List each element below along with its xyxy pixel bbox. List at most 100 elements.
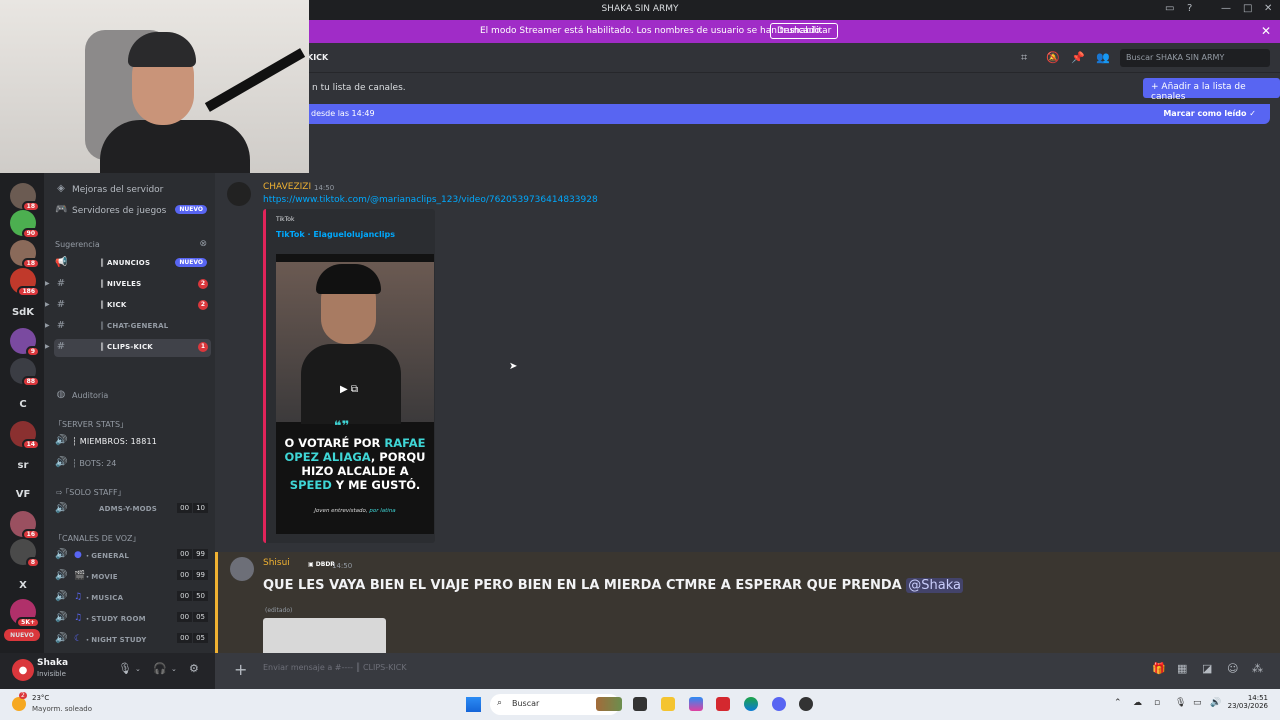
search-input[interactable]: Buscar SHAKA SIN ARMY xyxy=(1120,49,1270,67)
microphone-icon[interactable]: 🎙 xyxy=(118,662,132,675)
maximize-button[interactable]: □ xyxy=(1243,3,1252,14)
network-icon[interactable]: ▭ xyxy=(1193,698,1202,708)
caption-part: SPEED xyxy=(289,478,332,492)
weather-icon[interactable] xyxy=(12,697,26,711)
play-icon[interactable]: ▶ ⧉ xyxy=(340,384,358,395)
video-footer-text: Joven entrevistado, xyxy=(314,508,370,514)
emoji-icon[interactable]: ☺ xyxy=(1227,662,1238,675)
voice-bots-stat[interactable]: 🔊 ┆ BOTS: 24 xyxy=(54,455,211,473)
server-icon[interactable]: C xyxy=(10,391,36,417)
author-avatar[interactable] xyxy=(227,182,251,206)
threads-icon[interactable]: ⌗ xyxy=(1021,51,1027,65)
disable-streamer-button[interactable]: Deshabilitar xyxy=(770,23,839,39)
voice-count: 00 50 xyxy=(176,591,208,601)
voice-channel-item[interactable]: 🔊 ♫ ・STUDY ROOM 00 05 xyxy=(54,610,211,628)
tiktok-link[interactable]: https://www.tiktok.com/@marianaclips_123… xyxy=(263,195,598,205)
tray-app-icon[interactable]: ▫ xyxy=(1154,698,1160,708)
voice-members-stat[interactable]: 🔊 ┆ MIEMBROS: 18811 xyxy=(54,433,211,451)
category-server-stats[interactable]: ｢SERVER STATS｣ xyxy=(54,415,211,433)
server-icon[interactable]: 9 xyxy=(10,328,40,357)
video-thumbnail[interactable]: ▶ ⧉ ❝❞ O VOTARÉ POR RAFAE OPEZ ALIAGA, P… xyxy=(276,254,434,534)
server-icon[interactable]: 5K+ xyxy=(10,599,40,628)
voice-channel-item[interactable]: 🔊 ☾ ・NIGHT STUDY 00 05 xyxy=(54,631,211,649)
new-messages-bar[interactable]: desde las 14:49 Marcar como leído ✓ xyxy=(300,104,1270,124)
voice-channel-item[interactable]: 🔊 ● ・GENERAL 00 99 xyxy=(54,547,211,565)
server-icon[interactable]: 16 xyxy=(10,511,40,540)
channel-item[interactable]: 📢 ║ ANUNCIOS NUEVO xyxy=(54,255,211,273)
start-button[interactable] xyxy=(466,697,481,712)
channel-item[interactable]: # ▶ ║ KICK 2 xyxy=(45,297,211,315)
server-icon[interactable]: NUEVO xyxy=(4,629,40,641)
attached-image[interactable] xyxy=(263,618,386,653)
voice-channel-item[interactable]: 🔊 ♫ ・MUSICA 00 50 xyxy=(54,589,211,607)
minimize-button[interactable]: — xyxy=(1221,3,1231,14)
chevron-up-icon[interactable]: ⌃ xyxy=(1114,698,1122,708)
server-icon[interactable]: 8 xyxy=(10,539,40,568)
audit-item[interactable]: ◍ Auditoria xyxy=(54,387,211,405)
add-to-channel-list-button[interactable]: + Añadir a la lista de canales xyxy=(1143,78,1280,102)
channel-item[interactable]: # ▶ ║ CHAT-GENERAL xyxy=(45,318,211,336)
chevron-down-icon[interactable]: ⌄ xyxy=(135,665,141,673)
apps-icon[interactable]: ⁂ xyxy=(1252,662,1263,675)
dismiss-suggestion-icon[interactable]: ⊗ xyxy=(199,239,207,249)
server-icon[interactable]: sr xyxy=(10,452,36,478)
gift-icon[interactable]: 🎁 xyxy=(1152,662,1166,675)
edge-icon[interactable] xyxy=(744,697,758,711)
server-icon[interactable]: 18 xyxy=(10,183,40,212)
help-icon[interactable]: ? xyxy=(1187,3,1192,14)
server-label: NUEVO xyxy=(10,631,34,639)
boost-icon: ◈ xyxy=(57,183,65,194)
onedrive-icon[interactable]: ☁ xyxy=(1133,698,1142,708)
voice-adms[interactable]: 🔊 ADMS-Y-MODS 00 10 xyxy=(54,501,211,519)
add-attachment-button[interactable]: + xyxy=(234,660,247,679)
sticker-icon[interactable]: ◪ xyxy=(1202,662,1212,675)
clock[interactable]: 14:51 23/03/2026 xyxy=(1228,694,1268,710)
members-icon[interactable]: 👥 xyxy=(1096,51,1110,64)
task-view-icon[interactable] xyxy=(633,697,647,711)
message-author[interactable]: CHAVEZIZI xyxy=(263,182,311,192)
channel-item[interactable]: # ▶ ║ NIVELES 2 xyxy=(45,276,211,294)
chevron-right-icon[interactable]: ▶ xyxy=(45,301,50,308)
discord-icon[interactable] xyxy=(772,697,786,711)
server-icon[interactable]: 90 xyxy=(10,210,40,239)
category-voice[interactable]: ｢CANALES DE VOZ｣ xyxy=(54,529,211,547)
channel-item[interactable]: # ▶ ║ CLIPS-KICK 1 xyxy=(45,339,211,357)
chevron-down-icon[interactable]: ⌄ xyxy=(171,665,177,673)
avatar[interactable]: ● xyxy=(12,659,34,681)
embed-title[interactable]: TikTok · Elaguelolujanclips xyxy=(276,230,395,239)
user-mention[interactable]: @Shaka xyxy=(906,578,963,593)
mark-as-read-button[interactable]: Marcar como leído ✓ xyxy=(1163,109,1256,118)
server-boosts-item[interactable]: ◈ Mejoras del servidor xyxy=(54,181,211,199)
message-input[interactable]: Enviar mensaje a #---- ║ CLIPS-KICK xyxy=(263,663,407,672)
server-icon[interactable]: 14 xyxy=(10,421,40,450)
headphones-icon[interactable]: 🎧 xyxy=(153,662,167,675)
inbox-icon[interactable]: ▭ xyxy=(1165,3,1174,14)
close-window-button[interactable]: ✕ xyxy=(1264,3,1272,14)
chevron-right-icon[interactable]: ▶ xyxy=(45,280,50,287)
author-avatar[interactable] xyxy=(230,557,254,581)
obs-icon[interactable] xyxy=(799,697,813,711)
server-icon[interactable]: 88 xyxy=(10,358,40,387)
game-servers-item[interactable]: 🎮 Servidores de juegos NUEVO xyxy=(54,202,211,220)
gif-icon[interactable]: ▦ xyxy=(1177,662,1187,675)
copilot-icon[interactable] xyxy=(689,697,703,711)
chevron-right-icon[interactable]: ▶ xyxy=(45,343,50,350)
microphone-icon[interactable]: 🎙 xyxy=(1175,698,1186,708)
server-icon[interactable]: 186 xyxy=(10,268,40,297)
pin-icon[interactable]: 📌 xyxy=(1071,51,1085,64)
voice-channel-item[interactable]: 🔊 🎬 ・MOVIE 00 99 xyxy=(54,568,211,586)
server-icon[interactable]: X xyxy=(10,572,36,598)
mute-icon[interactable]: 🔕 xyxy=(1046,51,1060,64)
wps-icon[interactable] xyxy=(716,697,730,711)
server-icon[interactable]: 18 xyxy=(10,240,40,269)
server-icon[interactable]: VF xyxy=(10,481,36,507)
gear-icon[interactable]: ⚙ xyxy=(189,662,199,675)
message-author[interactable]: Shisui xyxy=(263,558,290,568)
file-explorer-icon[interactable] xyxy=(661,697,675,711)
search-highlights-icon[interactable] xyxy=(596,697,622,711)
server-icon[interactable]: SdK xyxy=(10,299,36,325)
chevron-right-icon[interactable]: ▶ xyxy=(45,322,50,329)
volume-icon[interactable]: 🔊 xyxy=(1210,698,1221,708)
category-staff[interactable]: ⇨ ｢SOLO STAFF｣ xyxy=(54,483,211,501)
close-banner-icon[interactable]: ✕ xyxy=(1261,24,1271,38)
